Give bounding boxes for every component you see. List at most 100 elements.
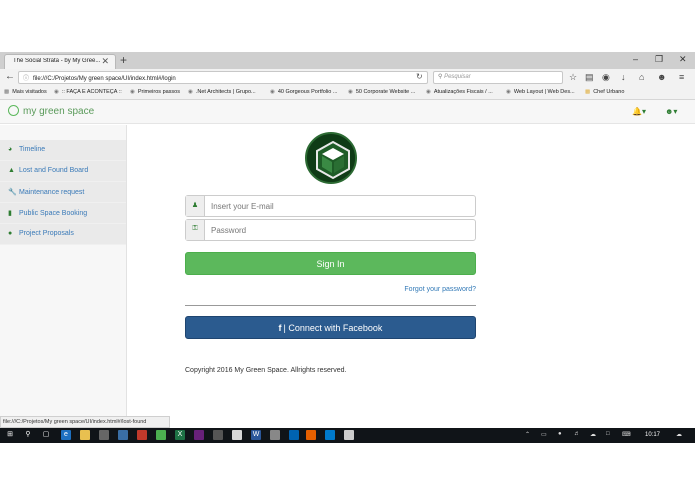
word-icon[interactable]: W — [251, 430, 261, 440]
download-icon[interactable]: ↓ — [621, 72, 626, 82]
tab-close-icon[interactable]: ✕ — [101, 56, 109, 67]
photos-icon[interactable] — [344, 430, 354, 440]
onedrive-icon[interactable]: ☁ — [590, 431, 596, 438]
bookmark-item[interactable]: ◉ Primeiros passos — [130, 89, 180, 95]
clipboard-icon[interactable]: ▤ — [585, 72, 594, 83]
network-icon[interactable]: ● — [558, 431, 562, 437]
sidebar-item-label: Public Space Booking — [19, 210, 88, 217]
password-field[interactable] — [211, 224, 466, 236]
brand-name: my green space — [23, 106, 95, 117]
globe-icon: ◉ — [54, 89, 59, 95]
store-icon[interactable] — [99, 430, 109, 440]
search-icon[interactable]: ⚲ — [23, 430, 33, 440]
visual-studio-icon[interactable] — [194, 430, 204, 440]
vscode-icon[interactable] — [325, 430, 335, 440]
divider — [185, 305, 476, 306]
bookmark-item[interactable]: ▩ Chef Urbano — [585, 89, 624, 95]
keyboard-icon[interactable]: ⌨ — [622, 431, 631, 438]
weather-icon[interactable]: ☁ — [676, 431, 682, 438]
sidebar-item-label: Project Proposals — [19, 230, 74, 237]
maximize-button[interactable]: ❐ — [655, 54, 663, 65]
sidebar-item-label: Timeline — [19, 146, 46, 153]
app-icon[interactable] — [213, 430, 223, 440]
green-cube-logo — [305, 132, 357, 184]
wrench-icon: 🔧 — [8, 189, 17, 196]
search-bar[interactable]: ⚲ Pesquisar — [433, 71, 563, 84]
firefox-icon[interactable] — [306, 430, 316, 440]
star-icon[interactable]: ☆ — [569, 72, 577, 83]
home-icon[interactable]: ⌂ — [639, 72, 644, 82]
chrome-icon[interactable] — [156, 430, 166, 440]
reload-icon[interactable]: ↻ — [416, 72, 423, 81]
battery-icon[interactable]: ▭ — [541, 431, 547, 438]
tab-title: The Social Strata - by My Gree... — [13, 58, 101, 64]
forgot-password-link[interactable]: Forgot your password? — [404, 286, 476, 293]
globe-icon: ◉ — [506, 89, 511, 95]
task-view-icon[interactable]: ▢ — [41, 430, 51, 440]
sidebar-item-lost-and-found[interactable]: ▲ Lost and Found Board — [0, 161, 126, 182]
bookmark-folder-icon: ▩ — [585, 89, 591, 95]
browser-tab[interactable]: The Social Strata - by My Gree... ✕ — [4, 54, 116, 69]
browser-tab-strip: The Social Strata - by My Gree... ✕ + – … — [0, 52, 695, 69]
notification-bell-icon[interactable]: 🔔▾ — [632, 107, 646, 116]
sidebar-item-timeline[interactable]: ◕ Timeline — [0, 140, 126, 161]
bookmark-item[interactable]: ◉ Atualizações Fiscais / ... — [426, 89, 493, 95]
copyright-text: Copyright 2016 My Green Space. Allrights… — [185, 367, 347, 374]
facebook-icon: f — [278, 323, 282, 333]
bookmark-folder-icon: ▩ — [4, 89, 10, 95]
app-icon[interactable] — [137, 430, 147, 440]
volume-icon[interactable]: ♬ — [574, 431, 580, 437]
sign-in-button[interactable]: Sign In — [185, 252, 476, 275]
bookmark-icon: ▮ — [8, 210, 12, 217]
explorer-icon[interactable] — [80, 430, 90, 440]
tray-chevron-icon[interactable]: ⌃ — [525, 431, 530, 438]
pocket-icon[interactable]: ◉ — [602, 72, 610, 83]
bookmark-item[interactable]: ▩ Mais visitados — [4, 89, 47, 95]
password-input-group: ⚿ — [185, 219, 476, 241]
windows-start-icon[interactable]: ⊞ — [5, 430, 15, 440]
globe-icon: ◉ — [426, 89, 431, 95]
search-placeholder: Pesquisar — [444, 74, 471, 80]
clock: 10:17 — [645, 432, 661, 438]
excel-icon[interactable]: X — [175, 430, 185, 440]
back-icon[interactable]: ← — [5, 71, 15, 82]
sidebar-item-proposals[interactable]: ● Project Proposals — [0, 224, 126, 245]
bookmark-item[interactable]: ◉ 40 Gorgeous Portfolio ... — [270, 89, 337, 95]
notification-icon[interactable]: □ — [606, 431, 610, 437]
url-text: file:///C:/Projetos/My green space/UI/in… — [33, 76, 176, 82]
url-bar[interactable]: ⓘ file:///C:/Projetos/My green space/UI/i… — [18, 71, 428, 84]
bookmark-item[interactable]: ◉ 50 Corporate Website ... — [348, 89, 415, 95]
edge-icon[interactable]: e — [61, 430, 71, 440]
globe-icon: ◉ — [130, 89, 135, 95]
close-window-button[interactable]: ✕ — [679, 54, 687, 65]
notepad-icon[interactable] — [232, 430, 242, 440]
bookmark-item[interactable]: ◉ Web Layout | Web Des... — [506, 89, 575, 95]
app-icon[interactable] — [289, 430, 299, 440]
brand[interactable]: my green space — [8, 105, 94, 117]
app-header: my green space 🔔▾ ☻▾ — [0, 100, 695, 124]
sidebar-item-booking[interactable]: ▮ Public Space Booking — [0, 203, 126, 224]
minimize-button[interactable]: – — [633, 54, 638, 64]
bookmarks-bar: ▩ Mais visitados ◉:: FAÇA E ACONTEÇA :: ◉… — [0, 86, 695, 100]
calculator-icon[interactable] — [270, 430, 280, 440]
new-tab-button[interactable]: + — [120, 53, 127, 67]
binoculars-icon: ▲ — [8, 167, 15, 174]
sidebar-item-label: Maintenance request — [19, 189, 85, 196]
facebook-button-label: | Connect with Facebook — [283, 323, 383, 333]
extension-icon[interactable]: ☻ — [657, 72, 666, 82]
email-field[interactable] — [211, 200, 466, 212]
app-icon[interactable] — [118, 430, 128, 440]
status-bar: file:///C:/Projetos/My green space/UI/in… — [0, 416, 170, 428]
menu-icon[interactable]: ≡ — [679, 72, 684, 82]
globe-icon: ● — [8, 230, 13, 237]
user-menu-icon[interactable]: ☻▾ — [665, 107, 677, 116]
sidebar-item-maintenance[interactable]: 🔧 Maintenance request — [0, 182, 126, 203]
info-icon[interactable]: ⓘ — [23, 76, 29, 82]
connect-facebook-button[interactable]: f | Connect with Facebook — [185, 316, 476, 339]
bookmark-item[interactable]: ◉ .Net Architects | Grupo... — [188, 89, 256, 95]
dashboard-icon: ◕ — [8, 146, 13, 153]
sidebar-menu: ◕ Timeline ▲ Lost and Found Board 🔧 Mainten… — [0, 140, 126, 245]
bookmark-item[interactable]: ◉:: FAÇA E ACONTEÇA :: — [54, 89, 122, 95]
sidebar: ◕ Timeline ▲ Lost and Found Board 🔧 Mainten… — [0, 125, 127, 416]
globe-icon: ◉ — [348, 89, 353, 95]
